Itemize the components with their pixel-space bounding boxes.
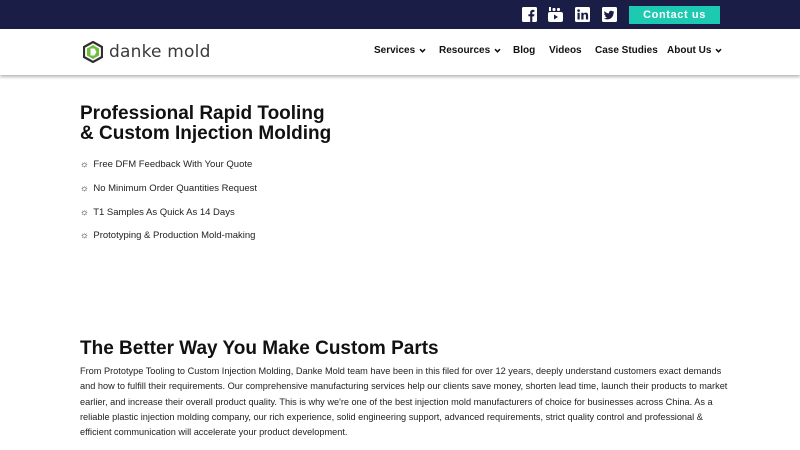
nav-label: Resources: [439, 45, 491, 56]
sun-icon: ☼: [80, 230, 89, 241]
section-heading: The Better Way You Make Custom Parts: [80, 338, 439, 359]
hero-title-line-2: & Custom Injection Molding: [80, 123, 332, 144]
linkedin-icon[interactable]: [575, 7, 590, 22]
nav-label: Services: [374, 45, 416, 56]
contact-us-button[interactable]: Contact us: [629, 6, 720, 24]
chevron-down-icon: [418, 46, 427, 55]
feature-text: Free DFM Feedback With Your Quote: [93, 159, 253, 170]
nav-label: Blog: [513, 45, 536, 56]
danke-mold-logo-icon: [83, 41, 103, 63]
nav-case-studies[interactable]: Case Studies: [595, 45, 658, 56]
feature-item: ☼ Free DFM Feedback With Your Quote: [80, 159, 252, 170]
sun-icon: ☼: [80, 159, 89, 170]
feature-item: ☼ No Minimum Order Quantities Request: [80, 183, 257, 194]
sun-icon: ☼: [80, 207, 89, 218]
nav-about-us[interactable]: About Us: [667, 45, 723, 56]
nav-label: About Us: [667, 45, 712, 56]
logo-text: danke mold: [109, 42, 211, 62]
feature-text: T1 Samples As Quick As 14 Days: [93, 207, 235, 218]
site-header: danke mold Services Resources Blog Video…: [0, 29, 800, 75]
nav-resources[interactable]: Resources: [439, 45, 502, 56]
facebook-icon[interactable]: [522, 7, 537, 22]
top-bar: Contact us: [0, 0, 800, 29]
nav-videos[interactable]: Videos: [549, 45, 582, 56]
sun-icon: ☼: [80, 183, 89, 194]
feature-text: Prototyping & Production Mold-making: [93, 230, 256, 241]
nav-blog[interactable]: Blog: [513, 45, 535, 56]
youtube-icon[interactable]: [548, 7, 563, 22]
hero-title-line-1: Professional Rapid Tooling: [80, 103, 325, 124]
section-body: From Prototype Tooling to Custom Injecti…: [80, 366, 728, 438]
logo[interactable]: danke mold: [83, 40, 211, 64]
nav-label: Case Studies: [595, 45, 658, 56]
chevron-down-icon: [493, 46, 502, 55]
hero-title: Professional Rapid Tooling & Custom Inje…: [80, 104, 480, 144]
nav-services[interactable]: Services: [374, 45, 427, 56]
chevron-down-icon: [714, 46, 723, 55]
feature-item: ☼ T1 Samples As Quick As 14 Days: [80, 207, 235, 218]
feature-text: No Minimum Order Quantities Request: [93, 183, 258, 194]
feature-item: ☼ Prototyping & Production Mold-making: [80, 230, 255, 241]
twitter-icon[interactable]: [602, 7, 617, 22]
nav-label: Videos: [549, 45, 582, 56]
